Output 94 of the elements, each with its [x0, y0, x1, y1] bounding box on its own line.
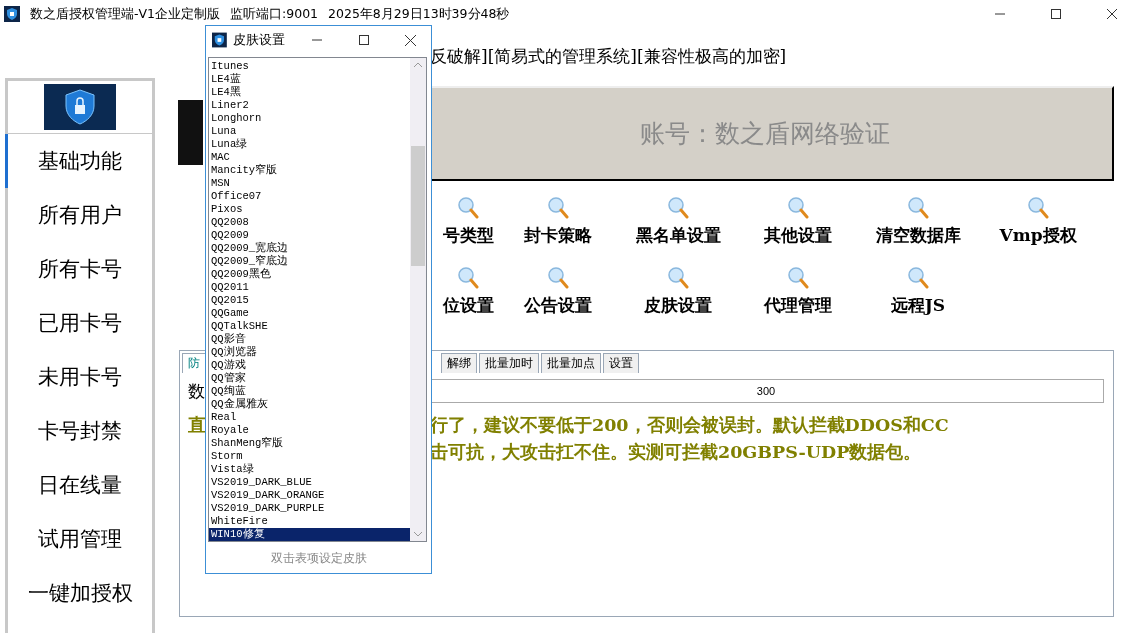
chevron-up-icon [414, 62, 422, 67]
list-item[interactable]: VS2019_DARK_ORANGE [209, 489, 410, 502]
function-button[interactable]: 黑名单设置 [618, 196, 738, 266]
tab[interactable]: 批量加时 [479, 353, 539, 373]
scrollbar-thumb[interactable] [411, 146, 425, 266]
tab[interactable]: 设置 [603, 353, 639, 373]
image-placeholder [178, 100, 203, 165]
sidebar-item[interactable]: 所有用户 [5, 188, 152, 242]
tab[interactable]: 批量加点 [541, 353, 601, 373]
magnifier-icon [457, 266, 479, 290]
list-item[interactable]: QQ2011 [209, 281, 410, 294]
magnifier-icon [907, 266, 929, 290]
headline-text: 反破解][简易式的管理系统][兼容性极高的加密] [430, 45, 788, 68]
magnifier-icon [787, 196, 809, 220]
list-item[interactable]: Longhorn [209, 112, 410, 125]
sidebar-item[interactable]: 未用卡号 [5, 350, 152, 404]
sidebar-item[interactable]: 已用卡号 [5, 296, 152, 350]
window-title: 数之盾授权管理端-V1企业定制版 [30, 5, 220, 23]
magnifier-icon [907, 196, 929, 220]
list-item[interactable]: Office07 [209, 190, 410, 203]
list-item[interactable]: Itunes [209, 60, 410, 73]
list-item[interactable]: LE4蓝 [209, 73, 410, 86]
function-button[interactable]: 代理管理 [738, 266, 858, 336]
tab[interactable]: 解绑 [441, 353, 477, 373]
list-item[interactable]: Storm [209, 450, 410, 463]
list-item[interactable]: MSN [209, 177, 410, 190]
sidebar-item[interactable]: 一键加授权 [5, 566, 152, 620]
setting-label: 数 [188, 380, 205, 401]
list-item[interactable]: QQ影音 [209, 333, 410, 346]
magnifier-icon [457, 196, 479, 220]
function-button[interactable]: 远程JS [858, 266, 978, 336]
magnifier-icon [667, 196, 689, 220]
list-item[interactable]: QQ2015 [209, 294, 410, 307]
list-item[interactable]: QQ2008 [209, 216, 410, 229]
scrollbar[interactable] [410, 58, 426, 541]
list-item[interactable]: QQGame [209, 307, 410, 320]
list-item[interactable]: QQ2009_窄底边 [209, 255, 410, 268]
sidebar-item[interactable]: 卡号封禁 [5, 404, 152, 458]
datetime-label: 2025年8月29日13时39分48秒 [328, 5, 510, 23]
sidebar-item[interactable]: 日在线量 [5, 458, 152, 512]
list-item[interactable]: QQ金属雅灰 [209, 398, 410, 411]
list-item[interactable]: QQ浏览器 [209, 346, 410, 359]
function-button[interactable]: Vmp授权 [978, 196, 1098, 266]
magnifier-icon [547, 266, 569, 290]
magnifier-icon [1027, 196, 1049, 220]
maximize-icon [1051, 9, 1061, 19]
dialog-title: 皮肤设置 [232, 31, 285, 49]
list-item[interactable]: Luna [209, 125, 410, 138]
note-text: 击可抗，大攻击扛不住。实测可拦截20GBPS-UDP数据包。 [430, 440, 922, 464]
close-icon [1107, 9, 1117, 19]
port-label: 监听端口:9001 [230, 5, 319, 23]
list-item[interactable]: QQ2009_宽底边 [209, 242, 410, 255]
note-text: 直 [188, 414, 206, 435]
function-button[interactable]: 其他设置 [738, 196, 858, 266]
magnifier-icon [667, 266, 689, 290]
chevron-down-icon [414, 532, 422, 537]
tab[interactable]: 防 [182, 353, 206, 373]
list-item[interactable]: MAC [209, 151, 410, 164]
shield-lock-logo [44, 84, 116, 130]
list-item[interactable]: VS2019_DARK_BLUE [209, 476, 410, 489]
list-item[interactable]: WIN10修复 [209, 528, 410, 541]
function-button[interactable]: 皮肤设置 [618, 266, 738, 336]
function-button[interactable]: 清空数据库 [858, 196, 978, 266]
maximize-icon [358, 35, 369, 45]
function-button[interactable]: 封卡策略 [498, 196, 618, 266]
list-item[interactable]: Pixos [209, 203, 410, 216]
list-item[interactable]: WhiteFire [209, 515, 410, 528]
magnifier-icon [787, 266, 809, 290]
list-item[interactable]: QQ管家 [209, 372, 410, 385]
function-button[interactable]: 号类型 [438, 196, 498, 266]
list-item[interactable]: Vista绿 [209, 463, 410, 476]
list-item[interactable]: ShanMeng窄版 [209, 437, 410, 450]
list-item[interactable]: LE4黑 [209, 86, 410, 99]
list-item[interactable]: Luna绿 [209, 138, 410, 151]
close-icon [405, 34, 417, 46]
list-item[interactable]: Royale [209, 424, 410, 437]
shield-icon [212, 32, 227, 48]
list-item[interactable]: QQTalkSHE [209, 320, 410, 333]
list-item[interactable]: QQ2009黑色 [209, 268, 410, 281]
sidebar-item[interactable]: 试用管理 [5, 512, 152, 566]
hint-text: 双击表项设定皮肤 [269, 550, 368, 567]
sidebar-item[interactable]: 所有卡号 [5, 242, 152, 296]
function-button[interactable]: 公告设置 [498, 266, 618, 336]
list-item[interactable]: QQ游戏 [209, 359, 410, 372]
list-item[interactable]: VS2019_DARK_PURPLE [209, 502, 410, 515]
magnifier-icon [547, 196, 569, 220]
list-item[interactable]: Liner2 [209, 99, 410, 112]
list-item[interactable]: Mancity窄版 [209, 164, 410, 177]
function-button[interactable]: 位设置 [438, 266, 498, 336]
list-item[interactable]: QQ绚蓝 [209, 385, 410, 398]
shield-icon [4, 6, 20, 22]
list-item[interactable]: Real [209, 411, 410, 424]
sidebar-item[interactable]: 基础功能 [5, 134, 152, 188]
list-item[interactable]: QQ2009 [209, 229, 410, 242]
